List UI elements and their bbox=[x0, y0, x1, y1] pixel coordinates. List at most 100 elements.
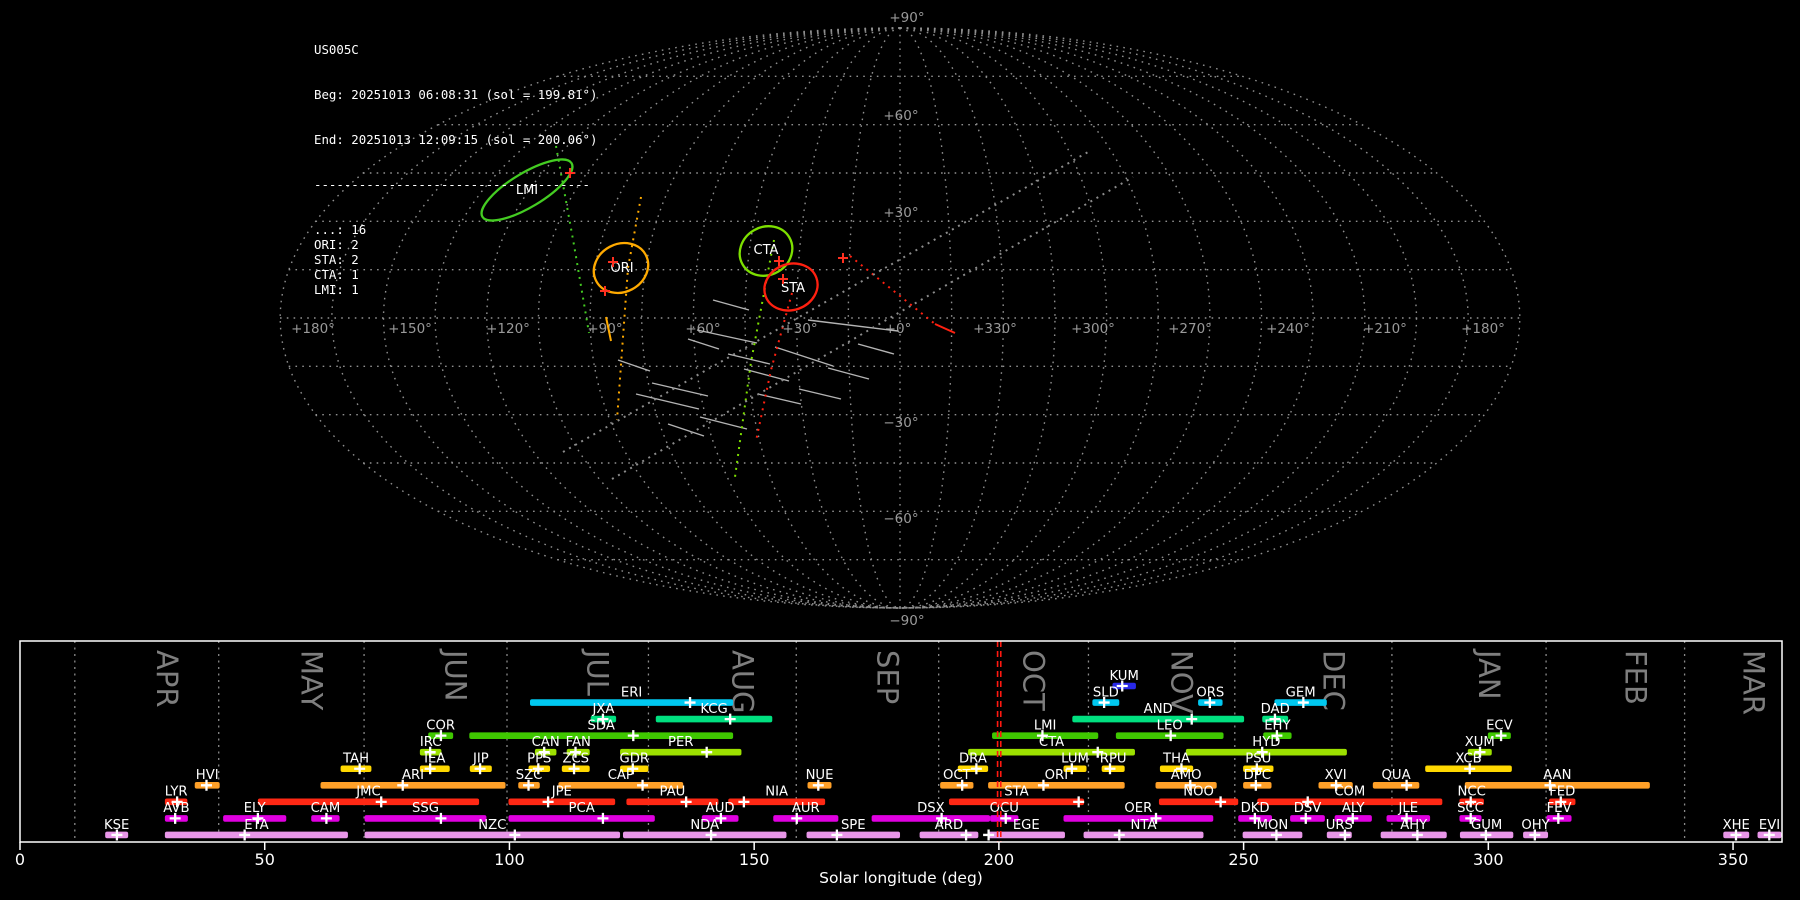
shower-label-COR: COR bbox=[426, 718, 455, 733]
meteor-trail bbox=[667, 423, 705, 437]
south-pole-label: −90° bbox=[889, 613, 924, 629]
sky-map-and-timeline-canvas: +180° +150° +120° +90° +60° +30° +0° +330° +300°… bbox=[15, 10, 1783, 887]
meteor-trail bbox=[635, 393, 700, 410]
shower-label-JXA: JXA bbox=[591, 702, 614, 717]
shower-label-SSG: SSG bbox=[412, 801, 439, 816]
month-label-SEP: SEP bbox=[870, 650, 904, 704]
shower-count-list: ...: 16 ORI: 2 STA: 2 CTA: 1 LMI: 1 bbox=[314, 222, 597, 297]
shower-label-SDA: SDA bbox=[588, 718, 615, 733]
shower-row: KSE ETA NZC NDA SPE ARD EGE NTA MON URS AHY GUM OHY X… bbox=[104, 818, 1782, 841]
shower-label-LEO: LEO bbox=[1157, 718, 1183, 733]
month-label-JUL: JUL bbox=[581, 648, 615, 696]
peak-marker-NOO bbox=[1215, 796, 1227, 808]
latitude-label: +30° bbox=[883, 205, 918, 221]
shower-label-ELY: ELY bbox=[244, 801, 267, 816]
month-label-JAN: JAN bbox=[1472, 648, 1506, 700]
shower-label-FED: FED bbox=[1549, 785, 1575, 800]
shower-label-IRC: IRC bbox=[420, 735, 442, 750]
shower-label-PSU: PSU bbox=[1245, 752, 1271, 767]
shower-label-XUM: XUM bbox=[1465, 735, 1495, 750]
shower-label-NOO: NOO bbox=[1183, 785, 1214, 800]
month-label-MAR: MAR bbox=[1736, 650, 1770, 715]
longitude-label: +30° bbox=[782, 321, 817, 337]
month-labels: APR MAY JUN JUL AUG SEP OCT NOV DEC JAN FEB MAR bbox=[150, 648, 1771, 715]
longitude-label: +270° bbox=[1168, 321, 1212, 337]
shower-label-LUM: LUM bbox=[1061, 752, 1089, 767]
shower-label-CAN: CAN bbox=[532, 735, 560, 750]
radiant-label-CTA: CTA bbox=[754, 243, 779, 258]
axis-tick-label: 300 bbox=[1473, 850, 1504, 869]
month-label-OCT: OCT bbox=[1017, 650, 1051, 711]
shower-label-IEA: IEA bbox=[424, 752, 445, 767]
peak-marker-EGE bbox=[983, 829, 995, 841]
axis-tick-label: 200 bbox=[984, 850, 1015, 869]
shower-label-KSE: KSE bbox=[104, 818, 129, 833]
peak-marker-NIA bbox=[738, 796, 750, 808]
shower-label-DKD: DKD bbox=[1241, 801, 1270, 816]
station-id: US005C bbox=[314, 42, 359, 57]
shower-label-JPE: JPE bbox=[551, 785, 572, 800]
shower-label-SPE: SPE bbox=[841, 818, 866, 833]
shower-label-DRA: DRA bbox=[959, 752, 987, 767]
shower-label-JIP: JIP bbox=[472, 752, 489, 767]
shower-label-DSX: DSX bbox=[917, 801, 945, 816]
shower-label-PCA: PCA bbox=[569, 801, 595, 816]
shower-label-NCC: NCC bbox=[1458, 785, 1486, 800]
shower-label-ECV: ECV bbox=[1486, 718, 1513, 733]
shower-label-STA: STA bbox=[1004, 785, 1028, 800]
shower-label-SLD: SLD bbox=[1093, 685, 1119, 700]
shower-row: ERI SLD ORS GEM bbox=[530, 685, 1327, 709]
meteor-trail bbox=[712, 299, 750, 311]
axis-tick-label: 350 bbox=[1718, 850, 1749, 869]
shower-label-ZCS: ZCS bbox=[562, 752, 589, 767]
begin-time-line: Beg: 20251013 06:08:31 (sol = 199.81°) bbox=[314, 87, 598, 102]
peak-marker-STA bbox=[1073, 796, 1085, 808]
shower-label-EGE: EGE bbox=[1013, 818, 1040, 833]
drift-trail bbox=[616, 196, 642, 421]
meteor-radiant-app: +180° +150° +120° +90° +60° +30° +0° +330° +300°… bbox=[0, 0, 1800, 900]
shower-label-AHY: AHY bbox=[1400, 818, 1428, 833]
shower-label-DAD: DAD bbox=[1261, 702, 1290, 717]
x-axis: 0 50 100 150 200 250 300 350 Solar longitude (de… bbox=[15, 842, 1748, 887]
shower-label-FEV: FEV bbox=[1547, 801, 1572, 816]
shower-label-AMO: AMO bbox=[1171, 768, 1202, 783]
shower-label-ARD: ARD bbox=[935, 818, 963, 833]
shower-label-MON: MON bbox=[1257, 818, 1289, 833]
shower-label-RPU: RPU bbox=[1100, 752, 1127, 767]
shower-label-PAU: PAU bbox=[660, 785, 686, 800]
shower-label-HVI: HVI bbox=[196, 768, 219, 783]
shower-label-TAH: TAH bbox=[342, 752, 369, 767]
shower-label-ETA: ETA bbox=[244, 818, 268, 833]
shower-label-EHY: EHY bbox=[1264, 718, 1291, 733]
shower-label-OER: OER bbox=[1124, 801, 1152, 816]
shower-label-XHE: XHE bbox=[1723, 818, 1750, 833]
meteor-trail bbox=[687, 338, 720, 350]
longitude-label: +240° bbox=[1266, 321, 1310, 337]
sporadic-meteor-trails bbox=[617, 299, 899, 437]
meteor-trail bbox=[798, 388, 842, 400]
shower-label-OCU: OCU bbox=[990, 801, 1019, 816]
shower-label-XVI: XVI bbox=[1325, 768, 1347, 783]
x-axis-title: Solar longitude (deg) bbox=[819, 869, 983, 887]
longitude-label: +330° bbox=[973, 321, 1017, 337]
shower-label-JLE: JLE bbox=[1398, 801, 1419, 816]
observation-header: US005C Beg: 20251013 06:08:31 (sol = 199… bbox=[314, 12, 597, 327]
month-label-FEB: FEB bbox=[1618, 650, 1652, 705]
shower-label-GEM: GEM bbox=[1286, 685, 1316, 700]
shower-label-ARI: ARI bbox=[402, 768, 424, 783]
shower-label-DSV: DSV bbox=[1294, 801, 1322, 816]
shower-label-ORS: ORS bbox=[1196, 685, 1224, 700]
shower-label-SCC: SCC bbox=[1457, 801, 1484, 816]
shower-label-LMI: LMI bbox=[1034, 718, 1057, 733]
longitude-label: +210° bbox=[1363, 321, 1407, 337]
separator-line: ------------------------------------- bbox=[314, 177, 591, 192]
drift-trail bbox=[849, 255, 936, 325]
month-label-MAY: MAY bbox=[294, 650, 328, 711]
peak-marker-ERI bbox=[684, 697, 696, 709]
meteor-trail bbox=[727, 353, 771, 365]
count-line: CTA: 1 bbox=[314, 267, 359, 282]
shower-label-GUM: GUM bbox=[1471, 818, 1502, 833]
shower-drift-trails bbox=[555, 145, 1134, 480]
shower-label-HYD: HYD bbox=[1252, 735, 1280, 750]
shower-label-NUE: NUE bbox=[806, 768, 834, 783]
